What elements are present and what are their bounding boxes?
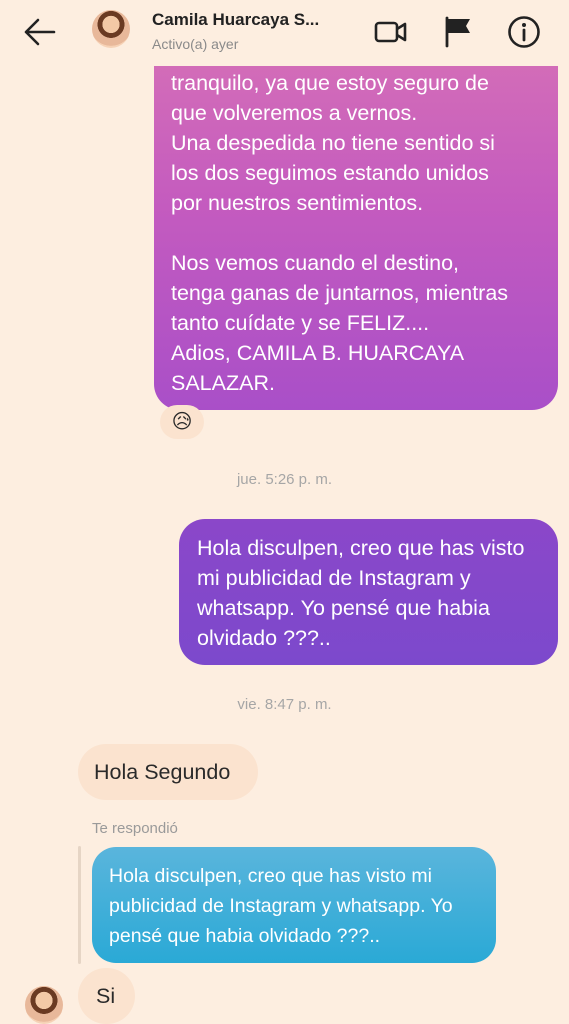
quote-indicator [78, 846, 81, 964]
contact-name[interactable]: Camila Huarcaya S... [152, 10, 342, 30]
message-reaction[interactable]: 😥 [160, 405, 204, 439]
chat-header: Camila Huarcaya S... Activo(a) ayer [0, 0, 569, 66]
arrow-left-icon[interactable] [20, 14, 60, 50]
quoted-message-bubble[interactable]: Hola disculpen, creo que has visto mi pu… [92, 847, 496, 963]
sent-message-bubble[interactable]: Hola disculpen, creo que has visto mi pu… [179, 519, 558, 665]
video-camera-icon[interactable] [372, 14, 408, 50]
flag-icon[interactable] [440, 14, 476, 50]
timestamp: vie. 8:47 p. m. [237, 696, 332, 713]
timestamp: jue. 5:26 p. m. [236, 471, 333, 488]
contact-status: Activo(a) ayer [152, 36, 239, 52]
reply-label: Te respondió [92, 820, 178, 837]
contact-avatar[interactable] [25, 986, 63, 1024]
received-message-bubble[interactable]: Si [78, 968, 135, 1024]
received-message-bubble[interactable]: Hola Segundo [78, 744, 258, 800]
info-icon[interactable] [506, 14, 542, 50]
sent-message-bubble[interactable]: tranquilo, ya que estoy seguro de que vo… [154, 40, 558, 410]
contact-avatar[interactable] [92, 10, 130, 48]
